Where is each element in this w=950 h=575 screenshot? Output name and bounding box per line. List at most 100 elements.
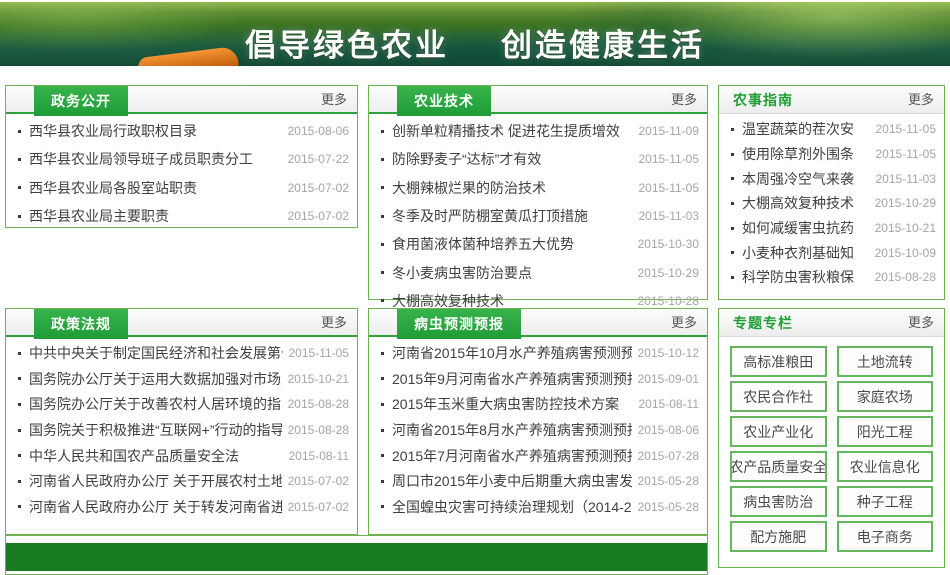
- item-title[interactable]: 温室蔬菜的茬次安: [742, 119, 870, 139]
- list-item[interactable]: 西华县农业局主要职责2015-07-02: [18, 202, 349, 230]
- item-title[interactable]: 国务院办公厅关于改善农村人居环境的指导: [29, 394, 282, 414]
- panel-header: 政务公开 更多: [6, 86, 357, 114]
- item-title[interactable]: 使用除草剂外围条: [742, 144, 870, 164]
- list-item[interactable]: 国务院办公厅关于改善农村人居环境的指导2015-08-28: [18, 391, 349, 417]
- more-link[interactable]: 更多: [908, 86, 934, 114]
- list-item[interactable]: 2015年9月河南省水产养殖病害预测预报2015-09-01: [381, 366, 699, 392]
- topic-button-seed-project[interactable]: 种子工程: [837, 486, 934, 517]
- list-item[interactable]: 中共中央关于制定国民经济和社会发展第十2015-11-05: [18, 340, 349, 366]
- more-link[interactable]: 更多: [671, 309, 697, 337]
- list-item[interactable]: 温室蔬菜的茬次安2015-11-05: [731, 117, 936, 142]
- list-item[interactable]: 本周强冷空气来袭2015-11-03: [731, 166, 936, 191]
- topic-button-family-farms[interactable]: 家庭农场: [837, 381, 934, 412]
- slogan-right: 创造健康生活: [501, 28, 705, 63]
- list-item[interactable]: 大棚高效复种技术2015-10-29: [731, 191, 936, 216]
- panel-header: 病虫预测预报 更多: [369, 309, 707, 337]
- item-title[interactable]: 西华县农业局主要职责: [29, 206, 282, 226]
- list-item[interactable]: 中华人民共和国农产品质量安全法2015-08-11: [18, 442, 349, 468]
- topic-button-product-safety[interactable]: 农产品质量安全: [730, 451, 827, 482]
- list-item[interactable]: 2015年玉米重大病虫害防控技术方案2015-08-11: [381, 391, 699, 417]
- list-item[interactable]: 防除野麦子“达标”才有效2015-11-05: [381, 145, 699, 173]
- list-item[interactable]: 全国蝗虫灾害可持续治理规划（2014-2020年2015-05-28: [381, 494, 699, 520]
- item-title[interactable]: 科学防虫害秋粮保: [742, 267, 869, 287]
- panel-special-topics: 专题专栏 更多 高标准粮田 土地流转 农民合作社 家庭农场 农业产业化 阳光工程…: [718, 308, 945, 568]
- item-title[interactable]: 河南省2015年8月水产养殖病害预测预报: [392, 420, 632, 440]
- panel-title-tab: 农业技术: [397, 86, 491, 116]
- list-item[interactable]: 西华县农业局领导班子成员职责分工2015-07-22: [18, 145, 349, 173]
- list-item[interactable]: 食用菌液体菌种培养五大优势2015-10-30: [381, 230, 699, 258]
- panel-policies: 政策法规 更多 中共中央关于制定国民经济和社会发展第十2015-11-05 国务…: [5, 308, 358, 535]
- banner-slogan: 倡导绿色农业 创造健康生活: [0, 20, 950, 65]
- item-title[interactable]: 如何减缓害虫抗药: [742, 218, 869, 238]
- item-title[interactable]: 大棚辣椒烂果的防治技术: [392, 178, 633, 198]
- item-title[interactable]: 全国蝗虫灾害可持续治理规划（2014-2020年: [392, 497, 632, 517]
- item-date: 2015-10-29: [869, 196, 936, 210]
- item-title[interactable]: 2015年7月河南省水产养殖病害预测预报: [392, 446, 632, 466]
- item-title[interactable]: 创新单粒精播技术 促进花生提质增效: [392, 121, 633, 141]
- topic-button-sunshine-project[interactable]: 阳光工程: [837, 416, 934, 447]
- list-item[interactable]: 使用除草剂外围条2015-11-05: [731, 142, 936, 167]
- item-title[interactable]: 2015年玉米重大病虫害防控技术方案: [392, 394, 633, 414]
- item-title[interactable]: 西华县农业局各股室站职责: [29, 178, 282, 198]
- item-title[interactable]: 本周强冷空气来袭: [742, 169, 870, 189]
- item-title[interactable]: 2015年9月河南省水产养殖病害预测预报: [392, 369, 632, 389]
- item-date: 2015-07-02: [282, 474, 349, 488]
- panel-agri-tech: 农业技术 更多 创新单粒精播技术 促进花生提质增效2015-11-09 防除野麦…: [368, 85, 708, 300]
- topic-button-fertilization[interactable]: 配方施肥: [730, 521, 827, 552]
- item-title[interactable]: 国务院办公厅关于运用大数据加强对市场主: [29, 369, 282, 389]
- topic-button-grain-fields[interactable]: 高标准粮田: [730, 346, 827, 377]
- item-title[interactable]: 中华人民共和国农产品质量安全法: [29, 446, 283, 466]
- more-link[interactable]: 更多: [321, 309, 347, 337]
- list-item[interactable]: 冬小麦病虫害防治要点2015-10-29: [381, 258, 699, 286]
- topic-button-pest-control[interactable]: 病虫害防治: [730, 486, 827, 517]
- list-item[interactable]: 西华县农业局各股室站职责2015-07-02: [18, 174, 349, 202]
- list-item[interactable]: 2015年7月河南省水产养殖病害预测预报2015-07-28: [381, 442, 699, 468]
- panel-title: 专题专栏: [733, 309, 793, 337]
- list-item[interactable]: 河南省人民政府办公厅 关于转发河南省进一2015-07-02: [18, 494, 349, 520]
- item-title[interactable]: 中共中央关于制定国民经济和社会发展第十: [29, 343, 283, 363]
- item-date: 2015-08-11: [283, 449, 350, 463]
- panel-header: 政策法规 更多: [6, 309, 357, 337]
- item-title[interactable]: 食用菌液体菌种培养五大优势: [392, 234, 632, 254]
- more-link[interactable]: 更多: [321, 86, 347, 114]
- list-item[interactable]: 科学防虫害秋粮保2015-08-28: [731, 265, 936, 290]
- list-item[interactable]: 河南省2015年8月水产养殖病害预测预报2015-08-06: [381, 417, 699, 443]
- item-date: 2015-10-09: [869, 246, 936, 260]
- item-title[interactable]: 国务院关于积极推进“互联网+”行动的指导: [29, 420, 282, 440]
- topic-button-informatization[interactable]: 农业信息化: [837, 451, 934, 482]
- list-item[interactable]: 河南省人民政府办公厅 关于开展农村土地承2015-07-02: [18, 468, 349, 494]
- item-date: 2015-10-21: [282, 372, 349, 386]
- news-list: 创新单粒精播技术 促进花生提质增效2015-11-09 防除野麦子“达标”才有效…: [369, 114, 707, 315]
- item-title[interactable]: 河南省2015年10月水产养殖病害预测预报: [392, 343, 632, 363]
- list-item[interactable]: 西华县农业局行政职权目录2015-08-06: [18, 117, 349, 145]
- list-item[interactable]: 创新单粒精播技术 促进花生提质增效2015-11-09: [381, 117, 699, 145]
- list-item[interactable]: 小麦种衣剂基础知2015-10-09: [731, 240, 936, 265]
- item-title[interactable]: 周口市2015年小麦中后期重大病虫害发生趋: [392, 471, 632, 491]
- list-item[interactable]: 冬季及时严防棚室黄瓜打顶措施2015-11-03: [381, 202, 699, 230]
- list-item[interactable]: 如何减缓害虫抗药2015-10-21: [731, 216, 936, 241]
- news-list: 温室蔬菜的茬次安2015-11-05 使用除草剂外围条2015-11-05 本周…: [719, 114, 944, 290]
- topic-button-industrialization[interactable]: 农业产业化: [730, 416, 827, 447]
- more-link[interactable]: 更多: [908, 309, 934, 337]
- list-item[interactable]: 河南省2015年10月水产养殖病害预测预报2015-10-12: [381, 340, 699, 366]
- list-item[interactable]: 国务院关于积极推进“互联网+”行动的指导2015-08-28: [18, 417, 349, 443]
- list-item[interactable]: 国务院办公厅关于运用大数据加强对市场主2015-10-21: [18, 366, 349, 392]
- item-title[interactable]: 河南省人民政府办公厅 关于开展农村土地承: [29, 471, 282, 491]
- item-title[interactable]: 西华县农业局领导班子成员职责分工: [29, 149, 282, 169]
- item-title[interactable]: 西华县农业局行政职权目录: [29, 121, 282, 141]
- item-title[interactable]: 河南省人民政府办公厅 关于转发河南省进一: [29, 497, 282, 517]
- item-date: 2015-08-28: [282, 397, 349, 411]
- item-title[interactable]: 大棚高效复种技术: [742, 193, 869, 213]
- item-title[interactable]: 冬小麦病虫害防治要点: [392, 263, 632, 283]
- item-title[interactable]: 防除野麦子“达标”才有效: [392, 149, 633, 169]
- item-title[interactable]: 冬季及时严防棚室黄瓜打顶措施: [392, 206, 633, 226]
- list-item[interactable]: 大棚辣椒烂果的防治技术2015-11-05: [381, 174, 699, 202]
- news-list: 西华县农业局行政职权目录2015-08-06 西华县农业局领导班子成员职责分工2…: [6, 114, 357, 230]
- topic-button-ecommerce[interactable]: 电子商务: [837, 521, 934, 552]
- slogan-left: 倡导绿色农业: [245, 28, 449, 63]
- item-title[interactable]: 小麦种衣剂基础知: [742, 243, 869, 263]
- topic-button-land-transfer[interactable]: 土地流转: [837, 346, 934, 377]
- topic-button-cooperatives[interactable]: 农民合作社: [730, 381, 827, 412]
- more-link[interactable]: 更多: [671, 86, 697, 114]
- list-item[interactable]: 周口市2015年小麦中后期重大病虫害发生趋2015-05-28: [381, 468, 699, 494]
